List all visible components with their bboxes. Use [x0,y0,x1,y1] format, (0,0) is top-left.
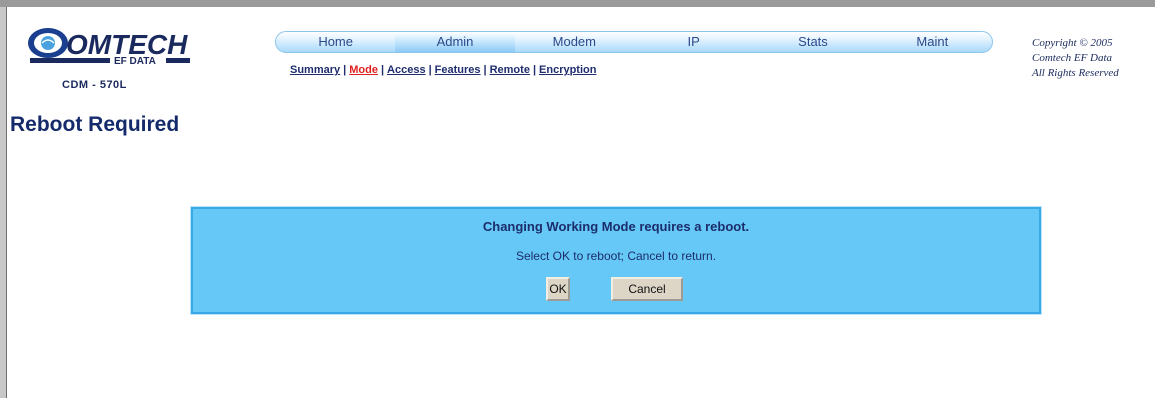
page-title: Reboot Required [10,113,180,136]
tab-home[interactable]: Home [276,32,395,52]
admin-subnav: Summary | Mode | Access | Features | Remote | Encr… [290,64,596,76]
dialog-message: Select OK to reboot; Cancel to return. [515,249,717,263]
tab-ip[interactable]: IP [634,32,753,52]
copyright-line-2: Comtech EF Data [1032,52,1113,64]
subnav-access-link[interactable]: Access [387,64,426,76]
subnav-remote-link[interactable]: Remote [490,64,530,76]
copyright-notice: Copyright © 2005 Comtech EF Data All Rig… [1032,36,1152,81]
subnav-separator: | [380,64,385,76]
dialog-title: Changing Working Mode requires a reboot. [482,219,750,234]
subnav-mode-link[interactable]: Mode [349,64,378,76]
tab-stats[interactable]: Stats [753,32,872,52]
logo-tagline-text: EF DATA [114,56,156,67]
tab-modem[interactable]: Modem [515,32,634,52]
subnav-separator: | [343,64,347,76]
model-name: CDM - 570L [62,79,127,91]
subnav-summary-link[interactable]: Summary [290,64,340,76]
main-nav: Home Admin Modem IP Stats Maint [275,31,993,53]
comtech-logo: OMTECH EF DATA CDM - 570L [22,24,252,94]
tab-admin[interactable]: Admin [395,32,515,52]
window-top-border [0,0,1155,7]
subnav-features-link[interactable]: Features [435,64,481,76]
copyright-line-3: All Rights Reserved [1032,67,1119,79]
ok-button[interactable]: OK [546,277,570,301]
tab-maint[interactable]: Maint [873,32,992,52]
cancel-button[interactable]: Cancel [611,277,683,301]
subnav-separator: | [428,64,432,76]
subnav-encryption-link[interactable]: Encryption [539,64,596,76]
subnav-separator: | [483,64,487,76]
reboot-dialog: Changing Working Mode requires a reboot.… [190,206,1042,315]
subnav-separator: | [532,64,537,76]
copyright-line-1: Copyright © 2005 [1032,37,1113,49]
logo-graphic: OMTECH EF DATA [28,28,190,67]
window-left-border [0,7,7,398]
